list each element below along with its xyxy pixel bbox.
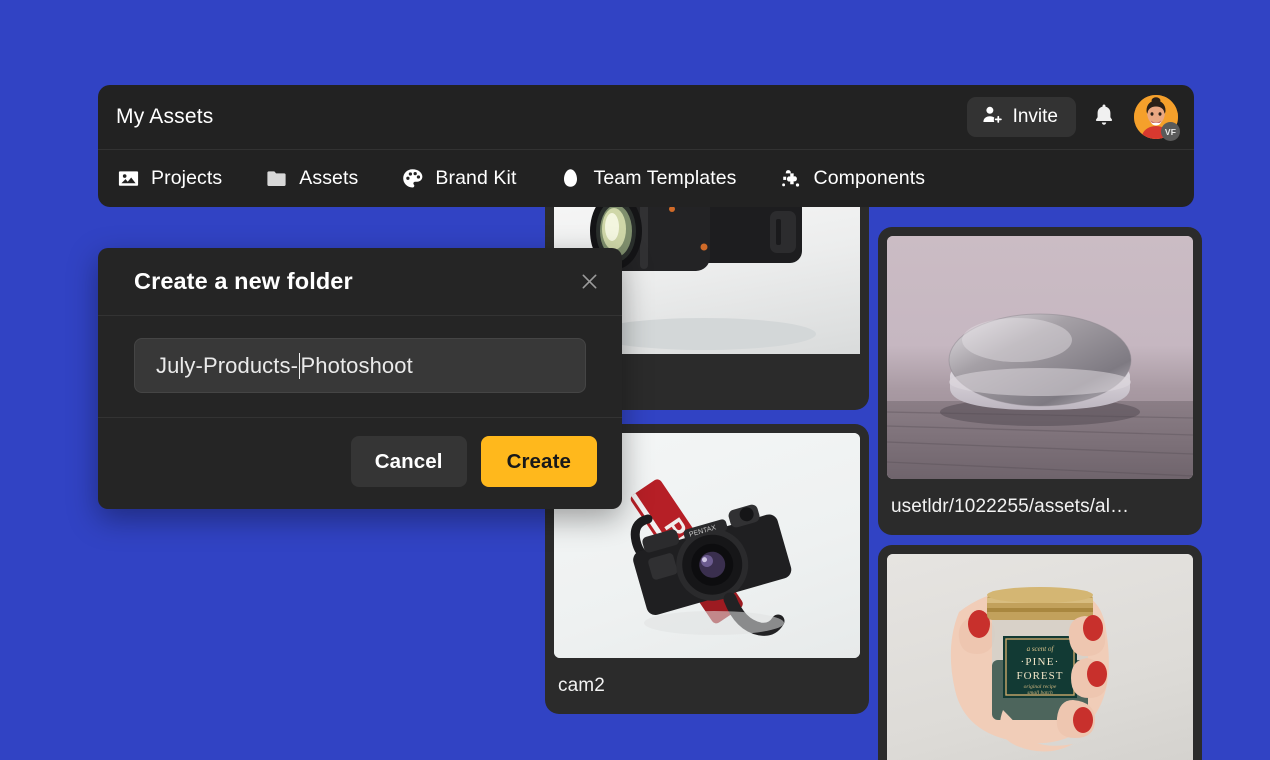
invite-button[interactable]: Invite	[966, 97, 1076, 137]
nav-item-brand-kit[interactable]: Brand Kit	[400, 167, 538, 191]
notifications-button[interactable]	[1084, 97, 1124, 137]
app-window: My Assets Invite VF Projects Assets Bran…	[98, 85, 1194, 207]
nav-item-team-templates[interactable]: Team Templates	[558, 167, 758, 191]
puzzle-piece-icon	[779, 167, 803, 191]
person-add-icon	[982, 104, 1003, 131]
egg-icon	[558, 167, 582, 191]
asset-card-jar[interactable]: a scent of ·PINE· FOREST original recipe…	[878, 545, 1202, 760]
palette-icon	[400, 167, 424, 191]
page-title: My Assets	[116, 105, 214, 128]
asset-thumbnail: a scent of ·PINE· FOREST original recipe…	[887, 554, 1193, 760]
asset-thumbnail	[887, 236, 1193, 479]
svg-text:a scent of: a scent of	[1027, 645, 1055, 653]
svg-text:small batch: small batch	[1027, 690, 1053, 696]
smart-speaker-illustration	[887, 313, 1193, 479]
nav-item-label: Team Templates	[593, 167, 737, 189]
nav-item-assets[interactable]: Assets	[264, 167, 380, 191]
create-button[interactable]: Create	[480, 436, 597, 487]
nav-item-label: Projects	[151, 167, 223, 189]
image-icon	[116, 167, 140, 191]
folder-name-text-after-caret: Photoshoot	[300, 352, 413, 378]
modal-body: July-Products- Photoshoot	[98, 316, 622, 418]
jar-in-hand-illustration: a scent of ·PINE· FOREST original recipe…	[950, 587, 1109, 752]
nav-item-projects[interactable]: Projects	[116, 167, 244, 191]
avatar-initials-badge: VF	[1161, 122, 1180, 141]
modal-title: Create a new folder	[134, 268, 353, 294]
modal-footer: Cancel Create	[98, 418, 622, 509]
bell-icon	[1093, 103, 1115, 132]
asset-card-label: cam2	[558, 675, 605, 696]
folder-name-input[interactable]: July-Products- Photoshoot	[134, 338, 586, 393]
avatar[interactable]: VF	[1134, 95, 1180, 141]
asset-card-speaker[interactable]: usetldr/1022255/assets/al…	[878, 227, 1202, 535]
folder-icon	[264, 167, 288, 191]
nav-item-label: Brand Kit	[435, 167, 517, 189]
invite-label: Invite	[1012, 106, 1058, 127]
create-folder-modal: Create a new folder July-Products- Photos…	[98, 248, 622, 509]
nav-item-components[interactable]: Components	[779, 167, 948, 191]
folder-name-text-before-caret: July-Products-	[156, 352, 298, 378]
svg-text:FOREST: FOREST	[1017, 670, 1064, 682]
nav-item-label: Assets	[299, 167, 359, 189]
cancel-button[interactable]: Cancel	[350, 436, 467, 487]
nav-item-label: Components	[813, 167, 926, 189]
svg-text:·PINE·: ·PINE·	[1021, 656, 1060, 668]
main-nav: Projects Assets Brand Kit Team Templates…	[98, 150, 1194, 207]
asset-card-label: usetldr/1022255/assets/al…	[891, 496, 1130, 517]
titlebar: My Assets Invite VF	[98, 85, 1194, 150]
close-icon[interactable]	[574, 267, 604, 297]
modal-header: Create a new folder	[98, 248, 622, 316]
